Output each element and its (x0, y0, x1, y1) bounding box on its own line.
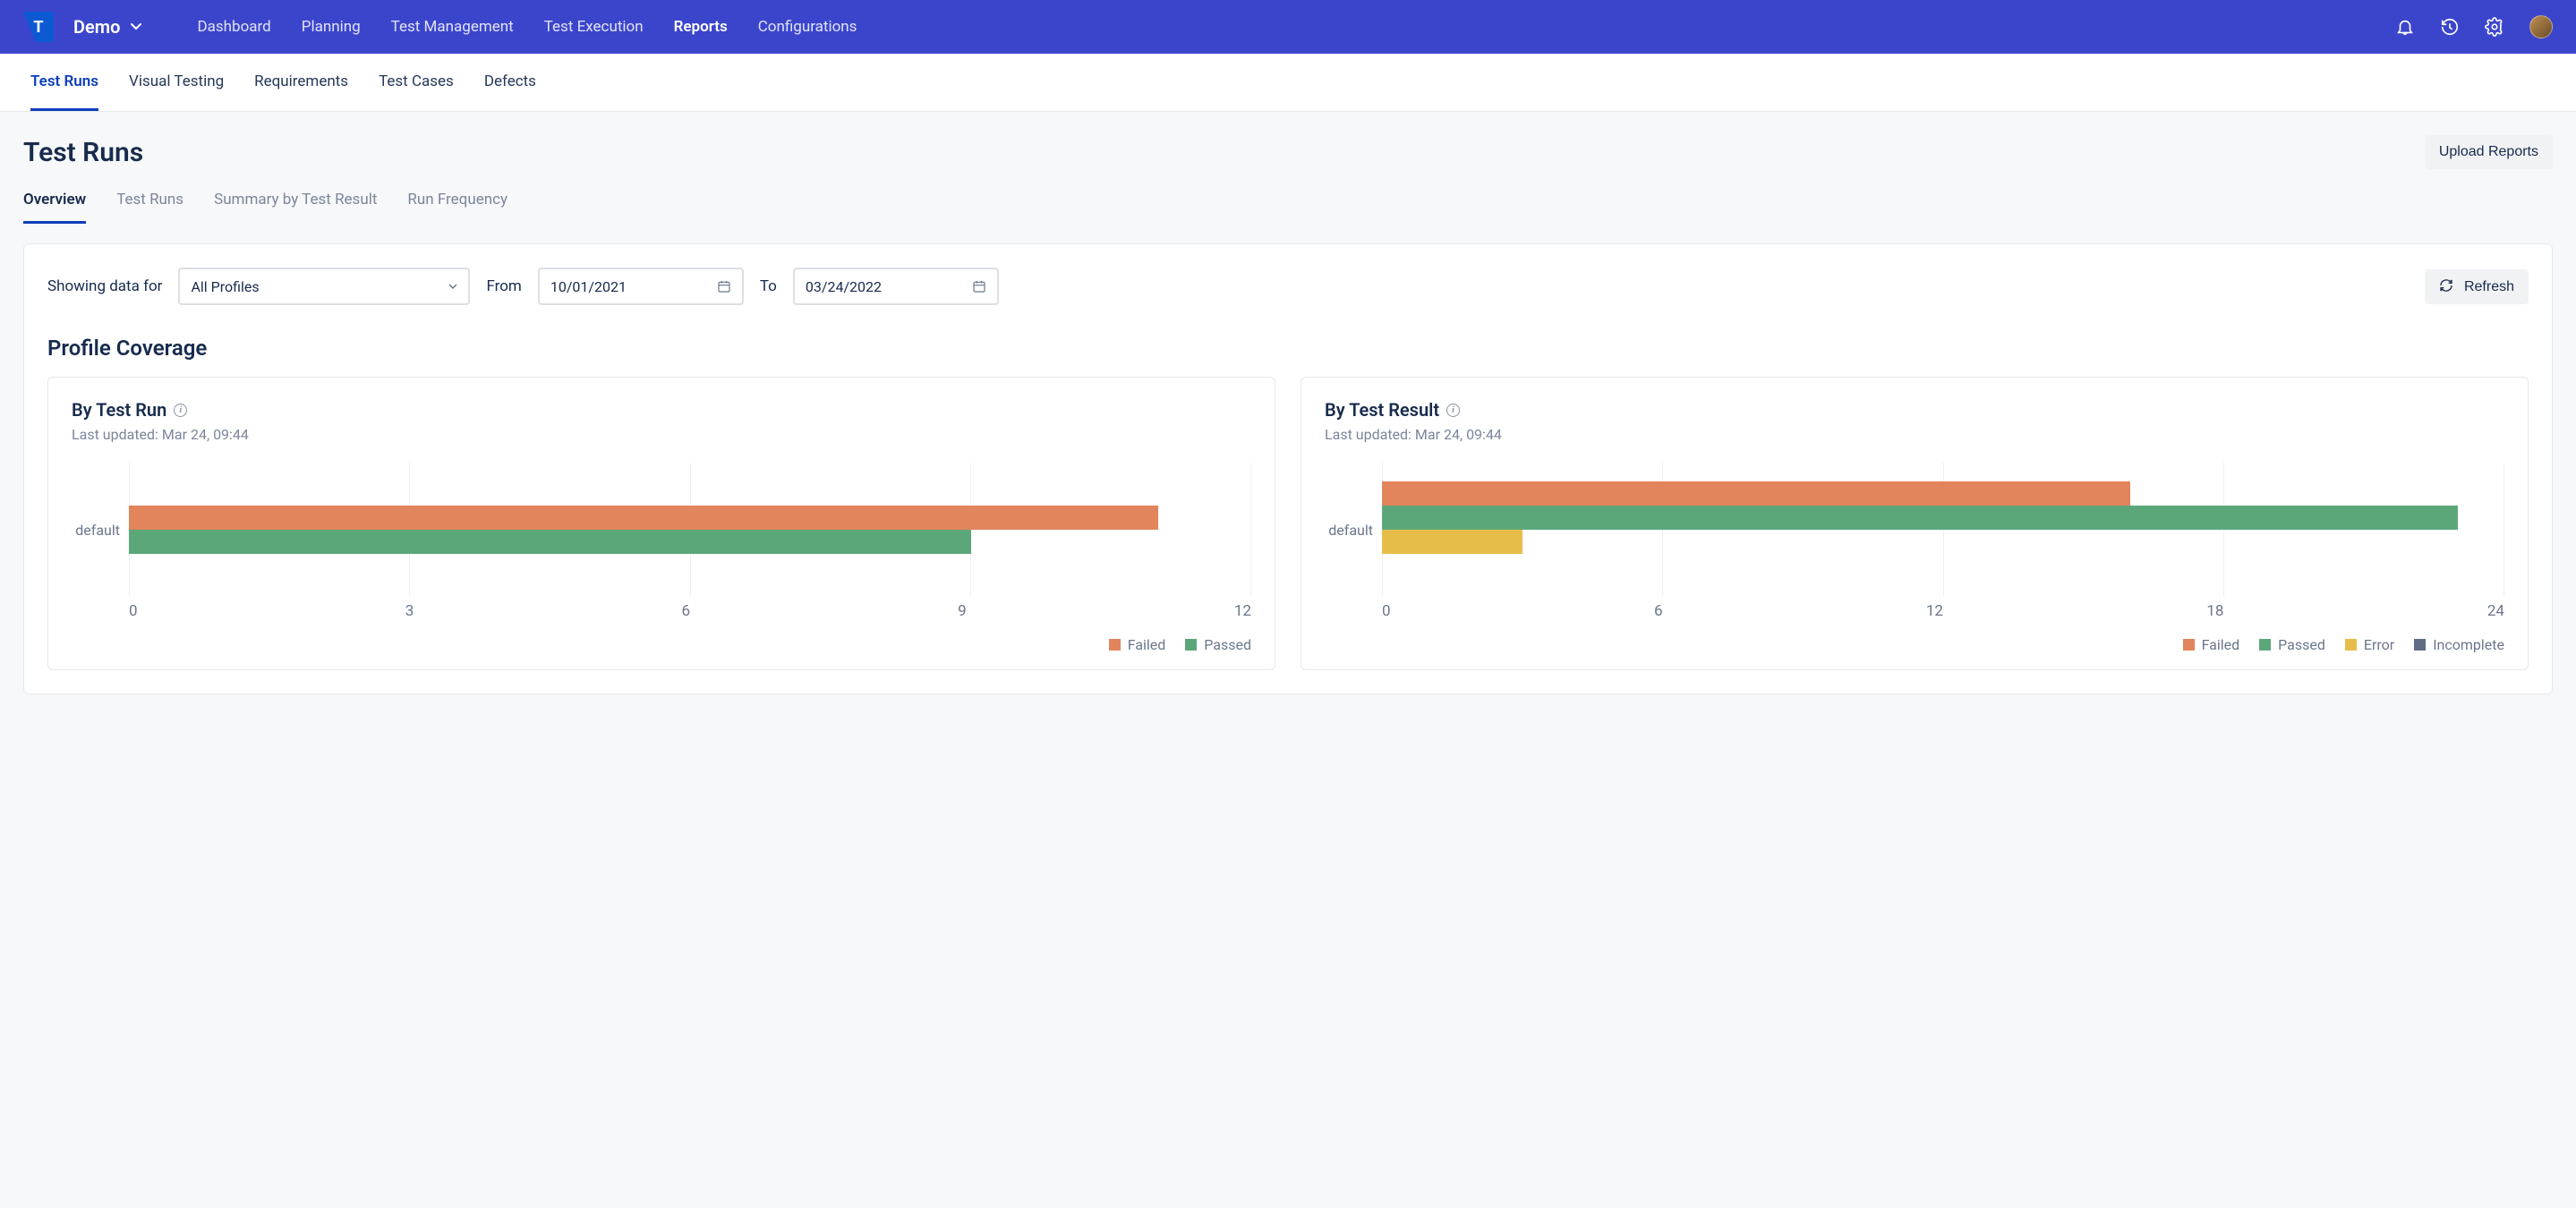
card-by-test-result: By Test Result i Last updated: Mar 24, 0… (1301, 377, 2529, 670)
page-header: Test Runs Upload Reports (23, 135, 2553, 169)
legend-label: Error (2364, 636, 2394, 653)
subtab-requirements[interactable]: Requirements (254, 54, 348, 111)
legend-swatch (2259, 639, 2271, 651)
x-tick: 0 (1382, 602, 1391, 620)
from-label: From (486, 277, 521, 295)
primary-tab-test-management[interactable]: Test Management (391, 13, 514, 41)
legend-label: Failed (2202, 636, 2240, 653)
profile-select[interactable]: All Profiles (178, 268, 470, 305)
x-tick: 6 (1654, 602, 1663, 620)
top-nav: T Demo Dashboard Planning Test Management T… (0, 0, 2576, 54)
primary-tab-dashboard[interactable]: Dashboard (197, 13, 270, 41)
report-subtabs: Test Runs Visual Testing Requirements Test … (0, 54, 2576, 112)
subtab-defects[interactable]: Defects (484, 54, 536, 111)
legend-item-failed[interactable]: Failed (1109, 636, 1166, 653)
x-tick: 9 (958, 602, 967, 620)
primary-tabs: Dashboard Planning Test Management Test Exe… (197, 13, 857, 41)
top-right-icons (2395, 15, 2553, 38)
tertiary-tabs: Overview Test Runs Summary by Test Result R… (23, 183, 2553, 224)
tertiary-tab-run-frequency[interactable]: Run Frequency (407, 183, 508, 224)
legend-item-error[interactable]: Error (2345, 636, 2394, 653)
calendar-icon (717, 279, 731, 293)
history-icon[interactable] (2440, 17, 2460, 37)
chart-category-label: default (1325, 522, 1373, 539)
bar-failed (129, 506, 1158, 530)
refresh-label: Refresh (2464, 279, 2514, 294)
calendar-icon (972, 279, 986, 293)
cards-grid: By Test Run i Last updated: Mar 24, 09:4… (47, 377, 2529, 670)
legend-item-passed[interactable]: Passed (2259, 636, 2325, 653)
primary-tab-configurations[interactable]: Configurations (758, 13, 857, 41)
to-date-input[interactable]: 03/24/2022 (793, 268, 999, 305)
chart-category-label: default (72, 522, 120, 539)
upload-reports-button[interactable]: Upload Reports (2425, 135, 2553, 169)
legend-swatch (2345, 639, 2357, 651)
subtab-test-cases[interactable]: Test Cases (379, 54, 454, 111)
x-tick: 12 (1234, 602, 1251, 620)
x-tick: 3 (405, 602, 414, 620)
x-tick: 18 (2206, 602, 2223, 620)
chart-by-test-run: default 0 3 6 9 12 Failed Passed (72, 463, 1251, 653)
showing-label: Showing data for (47, 277, 162, 295)
to-date-value: 03/24/2022 (806, 278, 882, 295)
legend-item-passed[interactable]: Passed (1185, 636, 1251, 653)
from-date-input[interactable]: 10/01/2021 (538, 268, 744, 305)
upload-reports-label: Upload Reports (2439, 144, 2538, 159)
refresh-button[interactable]: Refresh (2425, 269, 2529, 304)
card-title-text: By Test Result (1325, 399, 1439, 421)
page-title: Test Runs (23, 137, 143, 168)
primary-tab-reports[interactable]: Reports (674, 13, 728, 41)
filter-row: Showing data for All Profiles From 10/01… (47, 268, 2529, 305)
legend-label: Passed (2278, 636, 2325, 653)
legend-label: Incomplete (2433, 636, 2504, 653)
refresh-icon (2439, 278, 2453, 293)
card-by-test-run: By Test Run i Last updated: Mar 24, 09:4… (47, 377, 1275, 670)
x-tick: 24 (2487, 602, 2504, 620)
info-icon[interactable]: i (174, 404, 187, 417)
project-name[interactable]: Demo (73, 16, 120, 38)
tertiary-tab-overview[interactable]: Overview (23, 183, 86, 224)
primary-tab-test-execution[interactable]: Test Execution (544, 13, 644, 41)
card-title: By Test Run i (72, 399, 1251, 421)
card-title: By Test Result i (1325, 399, 2504, 421)
card-updated: Last updated: Mar 24, 09:44 (72, 426, 1251, 443)
caret-down-icon (448, 282, 457, 291)
legend-item-failed[interactable]: Failed (2183, 636, 2240, 653)
section-title: Profile Coverage (47, 336, 2529, 361)
from-date-value: 10/01/2021 (550, 278, 627, 295)
bar-passed (129, 530, 971, 554)
page-body: Test Runs Upload Reports Overview Test Ru… (0, 112, 2576, 718)
subtab-test-runs[interactable]: Test Runs (30, 54, 98, 111)
legend-swatch (1185, 639, 1197, 651)
tertiary-tab-test-runs[interactable]: Test Runs (116, 183, 183, 224)
gear-icon[interactable] (2485, 17, 2504, 37)
card-title-text: By Test Run (72, 399, 166, 421)
overview-panel: Showing data for All Profiles From 10/01… (23, 243, 2553, 694)
app-logo: T (23, 12, 54, 42)
legend-swatch (2183, 639, 2195, 651)
legend-swatch (2414, 639, 2426, 651)
avatar[interactable] (2529, 15, 2553, 38)
primary-tab-planning[interactable]: Planning (302, 13, 361, 41)
x-tick: 6 (681, 602, 690, 620)
bar-error (1382, 530, 1523, 554)
chart-by-test-result: default 0 6 12 18 24 Failed Passed Error Incomple… (1325, 463, 2504, 653)
legend-item-incomplete[interactable]: Incomplete (2414, 636, 2504, 653)
to-label: To (760, 277, 777, 295)
info-icon[interactable]: i (1446, 404, 1460, 417)
bar-failed (1382, 481, 2130, 506)
profile-select-value: All Profiles (191, 278, 259, 295)
legend-swatch (1109, 639, 1121, 651)
bar-passed (1382, 506, 2458, 530)
legend-label: Failed (1128, 636, 1166, 653)
chevron-down-icon[interactable] (129, 20, 143, 34)
legend-label: Passed (1204, 636, 1251, 653)
x-tick: 12 (1926, 602, 1943, 620)
bell-icon[interactable] (2395, 17, 2415, 37)
x-tick: 0 (129, 602, 138, 620)
subtab-visual-testing[interactable]: Visual Testing (129, 54, 224, 111)
card-updated: Last updated: Mar 24, 09:44 (1325, 426, 2504, 443)
tertiary-tab-summary-by-test-result[interactable]: Summary by Test Result (214, 183, 377, 224)
